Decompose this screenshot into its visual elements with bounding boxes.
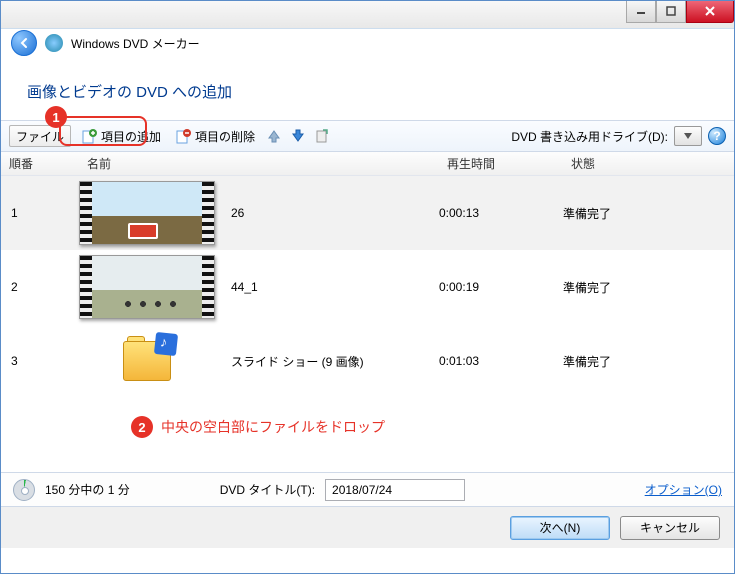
dvd-title-label: DVD タイトル(T):	[220, 481, 315, 498]
list-row[interactable]: 2 44_1 0:00:19 準備完了	[1, 250, 734, 324]
row-status: 準備完了	[563, 353, 734, 370]
thumbnail	[79, 329, 219, 393]
minimize-button[interactable]	[626, 1, 656, 23]
disc-usage-icon	[13, 479, 35, 501]
row-duration: 0:00:19	[439, 280, 563, 294]
file-button[interactable]: ファイル	[9, 125, 71, 147]
callout-badge-1: 1	[45, 106, 67, 128]
row-status: 準備完了	[563, 279, 734, 296]
next-button[interactable]: 次へ(N)	[510, 516, 610, 540]
app-icon	[45, 34, 63, 52]
thumbnail	[79, 181, 219, 245]
cancel-button[interactable]: キャンセル	[620, 516, 720, 540]
row-order: 3	[1, 354, 79, 368]
row-name: 26	[219, 206, 244, 220]
toolbar: 1 ファイル 項目の追加 項目の削除	[1, 120, 734, 152]
status-bar: 150 分中の 1 分 DVD タイトル(T): オプション(O)	[1, 472, 734, 506]
titlebar	[1, 1, 734, 29]
list-header: 順番 名前 再生時間 状態	[1, 152, 734, 176]
drive-label: DVD 書き込み用ドライブ(D):	[511, 128, 668, 145]
col-status[interactable]: 状態	[563, 155, 734, 172]
drive-select[interactable]	[674, 126, 702, 146]
back-button[interactable]	[11, 30, 37, 56]
col-duration[interactable]: 再生時間	[439, 155, 563, 172]
remove-item-button[interactable]: 項目の削除	[171, 128, 259, 145]
add-item-button[interactable]: 項目の追加	[77, 128, 165, 145]
capacity-text: 150 分中の 1 分	[45, 481, 130, 498]
close-button[interactable]	[686, 1, 734, 23]
col-name[interactable]: 名前	[79, 155, 439, 172]
row-name: スライド ショー (9 画像)	[219, 353, 364, 370]
add-icon	[81, 128, 97, 144]
list-area[interactable]: 1 26 0:00:13 準備完了 2 44_1 0:00:19 準備完了 3	[1, 176, 734, 472]
drop-hint-text: 中央の空白部にファイルをドロップ	[161, 417, 385, 437]
remove-item-label: 項目の削除	[195, 128, 255, 145]
drop-hint: 2 中央の空白部にファイルをドロップ	[1, 398, 734, 438]
move-down-button[interactable]	[289, 127, 307, 145]
row-name: 44_1	[219, 280, 258, 294]
page-title: 画像とビデオの DVD への追加	[1, 71, 734, 120]
window: Windows DVD メーカー 画像とビデオの DVD への追加 1 ファイル…	[0, 0, 735, 574]
footer: 次へ(N) キャンセル	[1, 506, 734, 548]
row-duration: 0:00:13	[439, 206, 563, 220]
row-status: 準備完了	[563, 205, 734, 222]
list-row[interactable]: 3 スライド ショー (9 画像) 0:01:03 準備完了	[1, 324, 734, 398]
window-buttons	[626, 1, 734, 23]
col-order[interactable]: 順番	[1, 155, 79, 172]
maximize-button[interactable]	[656, 1, 686, 23]
row-order: 1	[1, 206, 79, 220]
row-duration: 0:01:03	[439, 354, 563, 368]
thumbnail	[79, 255, 219, 319]
row-order: 2	[1, 280, 79, 294]
list-row[interactable]: 1 26 0:00:13 準備完了	[1, 176, 734, 250]
help-button[interactable]: ?	[708, 127, 726, 145]
add-item-label: 項目の追加	[101, 128, 161, 145]
callout-badge-2: 2	[131, 416, 153, 438]
dvd-title-input[interactable]	[325, 479, 465, 501]
app-title: Windows DVD メーカー	[71, 35, 200, 52]
options-link[interactable]: オプション(O)	[645, 481, 722, 498]
remove-icon	[175, 128, 191, 144]
move-up-button[interactable]	[265, 127, 283, 145]
content-area: 画像とビデオの DVD への追加 1 ファイル 項目の追加 項目の削除	[1, 57, 734, 548]
header-bar: Windows DVD メーカー	[1, 29, 734, 57]
play-button[interactable]	[313, 127, 331, 145]
